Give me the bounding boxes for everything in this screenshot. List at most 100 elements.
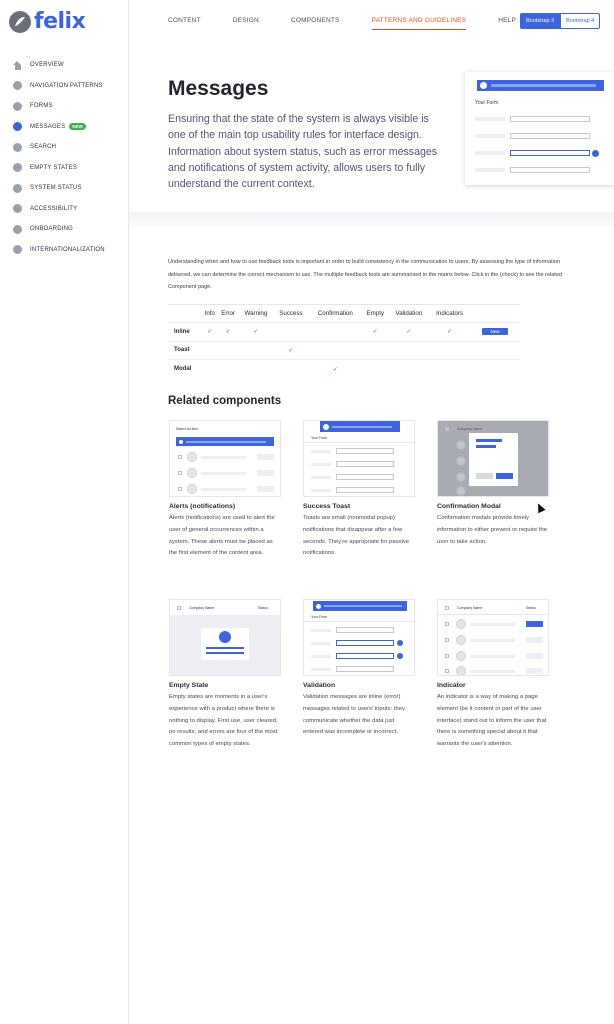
bootstrap-3-button[interactable]: Bootstrap 3 — [520, 13, 561, 29]
check-icon[interactable]: ✓ — [361, 322, 389, 341]
matrix-cell — [308, 340, 362, 360]
matrix-row-header: Inline — [168, 322, 202, 341]
topnav-content[interactable]: CONTENT — [168, 17, 201, 30]
thumb-label: Company Name — [457, 606, 483, 610]
sidebar-item-label: OVERVIEW — [30, 62, 64, 69]
check-icon[interactable]: ✓ — [202, 322, 218, 341]
alert-bar — [477, 80, 604, 91]
hero-description: Ensuring that the state of the system is… — [168, 113, 438, 191]
sidebar-item-label: ONBOARDING — [30, 226, 74, 233]
check-icon[interactable]: ✓ — [238, 322, 274, 341]
thumb-label: Status — [258, 606, 268, 610]
matrix-row: Modal ✓ — [168, 359, 520, 378]
top-nav: CONTENT DESIGN COMPONENTS PATTERNS AND GUID… — [168, 17, 548, 30]
sidebar-item-empty-states[interactable]: EMPTY STATES — [13, 158, 105, 179]
brand-name: felix — [34, 9, 86, 34]
matrix-cell — [217, 359, 239, 378]
sidebar-item-label: NAVIGATION PATTERNS — [30, 82, 103, 89]
topnav-components[interactable]: COMPONENTS — [291, 17, 340, 30]
new-button[interactable]: New — [482, 328, 508, 336]
matrix-cell — [202, 359, 218, 378]
felix-logo[interactable]: felix — [9, 9, 86, 34]
matrix-cell — [429, 340, 470, 360]
matrix-column-header: Validation — [388, 304, 430, 323]
sidebar-item-accessibility[interactable]: ACCESSIBILITY — [13, 199, 105, 220]
sidebar-item-label: MESSAGES — [30, 123, 66, 130]
sidebar-item-overview[interactable]: OVERVIEW — [13, 55, 105, 76]
component-name[interactable]: Confirmation Modal — [437, 503, 549, 510]
thumb-label: Select an item — [176, 427, 199, 431]
matrix-column-header: Confirmation — [308, 304, 362, 323]
bootstrap-4-button[interactable]: Bootstrap 4 — [560, 13, 601, 29]
component-name[interactable]: Validation — [303, 682, 415, 689]
sidebar-item-label: FORMS — [30, 103, 53, 110]
matrix-column-header: Info — [202, 304, 218, 323]
sidebar: felix OVERVIEW NAVIGATION PATTERNS FORMS ME… — [0, 0, 129, 1024]
form-label: Your Form — [475, 100, 499, 106]
validation-thumbnail[interactable]: Your Form — [303, 599, 415, 676]
bullet-icon — [13, 101, 22, 111]
matrix-column-header: Error — [217, 304, 239, 323]
sidebar-item-forms[interactable]: FORMS — [13, 96, 105, 117]
sidebar-item-system-status[interactable]: SYSTEM STATUS — [13, 178, 105, 199]
check-icon[interactable]: ✓ — [388, 322, 430, 341]
info-icon — [397, 639, 403, 646]
indicator-thumbnail[interactable]: Company Name Status — [437, 599, 549, 676]
matrix-column-header: Success — [273, 304, 309, 323]
sidebar-item-label: ACCESSIBILITY — [30, 205, 78, 212]
component-name[interactable]: Empty State — [169, 682, 281, 689]
sidebar-item-internationalization[interactable]: INTERNATIONALIZATION — [13, 240, 105, 261]
alerts-thumbnail[interactable]: Select an item — [169, 420, 281, 497]
check-icon — [323, 423, 329, 430]
component-name[interactable]: Alerts (notifications) — [169, 503, 281, 510]
topnav-design[interactable]: DESIGN — [233, 17, 259, 30]
sidebar-nav: OVERVIEW NAVIGATION PATTERNS FORMS MESSAGES… — [13, 55, 105, 260]
matrix-cell — [238, 340, 274, 360]
component-description: Toasts are small (nonmodal popup) notifi… — [303, 515, 410, 557]
empty-state-thumbnail[interactable]: Company Name Status — [169, 599, 281, 676]
sidebar-item-search[interactable]: SEARCH — [13, 137, 105, 158]
sidebar-item-navigation-patterns[interactable]: NAVIGATION PATTERNS — [13, 76, 105, 97]
component-description: An indicator is a way of making a page e… — [437, 694, 547, 748]
matrix-cell — [388, 359, 430, 378]
matrix-extra-cell: New — [470, 322, 520, 341]
bullet-icon — [13, 245, 22, 255]
matrix-corner — [168, 304, 202, 323]
matrix-cell — [361, 340, 389, 360]
sidebar-item-onboarding[interactable]: ONBOARDING — [13, 219, 105, 240]
intro-paragraph: Understanding when and how to use feedba… — [168, 259, 562, 290]
matrix-row-header: Toast — [168, 340, 202, 360]
check-icon[interactable]: ✓ — [273, 340, 309, 360]
component-card-success-toast: Your Form Success Toast Toasts are small… — [303, 420, 415, 560]
confirmation-modal-thumbnail[interactable]: Company Name — [437, 420, 549, 497]
sidebar-item-messages[interactable]: MESSAGES NEW — [13, 117, 105, 138]
thumb-label: Status — [526, 606, 536, 610]
matrix-cell — [238, 359, 274, 378]
matrix-cell — [202, 340, 218, 360]
bullet-icon — [13, 183, 22, 193]
check-icon[interactable]: ✓ — [217, 322, 239, 341]
topnav-patterns-and-guidelines[interactable]: PATTERNS AND GUIDELINES — [371, 17, 467, 30]
component-card-validation: Your Form Validation Validation messages… — [303, 599, 415, 739]
topnav-help[interactable]: HELP — [498, 17, 516, 30]
sidebar-item-label: INTERNATIONALIZATION — [30, 246, 105, 253]
matrix-cell — [273, 322, 309, 341]
check-icon[interactable]: ✓ — [308, 359, 362, 378]
info-icon — [592, 149, 599, 157]
component-name[interactable]: Success Toast — [303, 503, 415, 510]
component-card-alerts: Select an item Alerts (notifications) Al… — [169, 420, 281, 560]
check-icon[interactable]: ✓ — [429, 322, 470, 341]
matrix-column-header: Warning — [238, 304, 274, 323]
component-name[interactable]: Indicator — [437, 682, 549, 689]
thumb-label: Your Form — [311, 615, 328, 619]
related-components-title: Related components — [168, 395, 282, 407]
sidebar-item-label: EMPTY STATES — [30, 164, 78, 171]
hero-form-illustration: Your Form — [465, 72, 614, 185]
matrix-cell — [361, 359, 389, 378]
success-toast-thumbnail[interactable]: Your Form — [303, 420, 415, 497]
bullet-icon — [13, 142, 22, 152]
sidebar-item-label: SYSTEM STATUS — [30, 185, 82, 192]
component-description: Empty states are moments in a user's exp… — [169, 694, 278, 748]
sidebar-item-label: SEARCH — [30, 144, 57, 151]
thumb-label: Company Name — [457, 427, 483, 431]
